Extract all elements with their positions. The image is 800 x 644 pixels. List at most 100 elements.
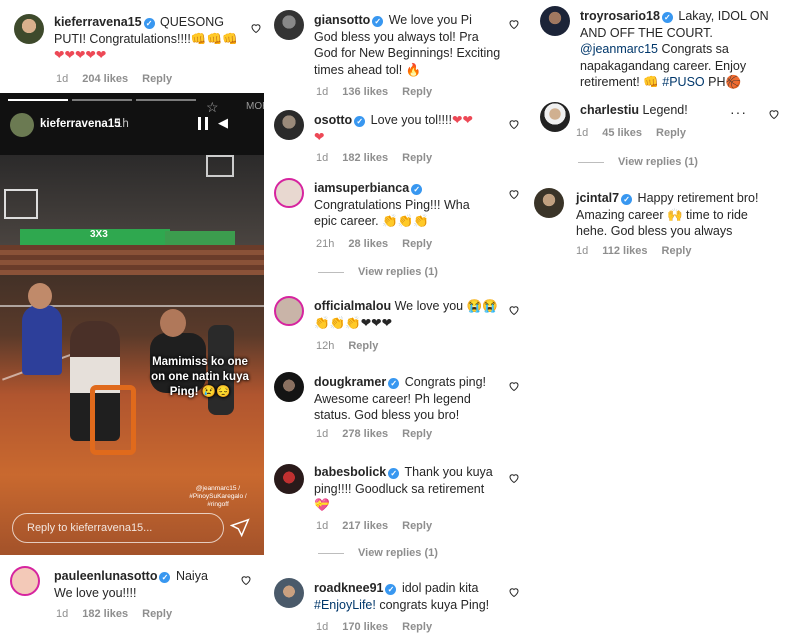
comment-meta: 1d 278 likes Reply xyxy=(316,428,446,440)
heart-outline-icon[interactable] xyxy=(250,22,262,34)
view-replies-link[interactable]: View replies (1) xyxy=(578,156,698,168)
banner-right xyxy=(165,231,235,245)
like-count[interactable]: 136 likes xyxy=(342,86,388,98)
more-dots-icon[interactable]: ··· xyxy=(730,104,747,120)
avatar[interactable] xyxy=(540,102,570,132)
reply-link[interactable]: Reply xyxy=(142,608,172,620)
story-viewer[interactable]: kieferravena15 1h ◀ ☆ MOR 3X3 Mamimiss k… xyxy=(0,93,264,555)
username[interactable]: kieferravena15 xyxy=(54,15,142,29)
star-icon[interactable]: ☆ xyxy=(206,99,219,116)
username[interactable]: pauleenlunasotto xyxy=(54,569,157,583)
comment-roadknee91: roadknee91 ✓ idol padin kita #EnjoyLife! … xyxy=(264,572,530,644)
reply-link[interactable]: Reply xyxy=(402,86,432,98)
comment-meta: 1d 136 likes Reply xyxy=(316,86,446,98)
comment-age: 21h xyxy=(316,238,335,250)
comment-text: osotto ✓ Love you tol!!!!❤❤ ❤ xyxy=(314,112,514,145)
heart-outline-icon[interactable] xyxy=(508,472,520,484)
verified-badge-icon: ✓ xyxy=(372,16,384,27)
avatar[interactable] xyxy=(10,566,40,596)
view-replies-link[interactable]: View replies (1) xyxy=(318,266,438,278)
like-count[interactable]: 217 likes xyxy=(342,520,388,532)
avatar[interactable] xyxy=(274,464,304,494)
comment-jcintal7: jcintal7 ✓ Happy retirement bro! Amazing … xyxy=(530,184,800,268)
heart-outline-icon[interactable] xyxy=(240,574,252,586)
story-reply-input[interactable]: Reply to kieferravena15... xyxy=(12,513,224,543)
username[interactable]: troyrosario18 xyxy=(580,9,660,23)
comment-charlestiu: charlestiu Legend! ··· 1d 45 likes Reply V… xyxy=(530,96,800,174)
comment-text: babesbolick ✓ Thank you kuya ping!!!! Goo… xyxy=(314,464,524,514)
view-replies-link[interactable]: View replies (1) xyxy=(318,547,438,559)
like-count[interactable]: 278 likes xyxy=(342,428,388,440)
heart-outline-icon[interactable] xyxy=(508,18,520,30)
like-count[interactable]: 28 likes xyxy=(348,238,388,250)
reply-link[interactable]: Reply xyxy=(402,621,432,633)
like-count[interactable]: 182 likes xyxy=(82,608,128,620)
view-replies-label[interactable]: View replies (1) xyxy=(358,266,438,278)
mute-icon[interactable]: ◀ xyxy=(218,115,228,131)
comment-giansotto: giansotto ✓ We love you Pi God bless you … xyxy=(264,0,530,102)
reply-link[interactable]: Reply xyxy=(402,152,432,164)
username[interactable]: charlestiu xyxy=(580,103,639,117)
avatar[interactable] xyxy=(274,110,304,140)
comment-body-line: ping!!!! Goodluck sa retirement xyxy=(314,481,485,496)
like-count[interactable]: 45 likes xyxy=(602,127,642,139)
view-replies-label[interactable]: View replies (1) xyxy=(618,156,698,168)
username[interactable]: babesbolick xyxy=(314,465,386,479)
bleachers xyxy=(0,245,264,275)
comment-meta: 21h 28 likes Reply xyxy=(316,238,446,250)
reply-link[interactable]: Reply xyxy=(142,73,172,85)
avatar[interactable] xyxy=(274,578,304,608)
reply-link[interactable]: Reply xyxy=(656,127,686,139)
caption-line: Ping! 😢😔 xyxy=(169,386,231,398)
avatar[interactable] xyxy=(274,372,304,402)
username[interactable]: dougkramer xyxy=(314,375,386,389)
like-count[interactable]: 170 likes xyxy=(342,621,388,633)
avatar[interactable] xyxy=(274,10,304,40)
comment-dougkramer: dougkramer ✓ Congrats ping! Awesome caree… xyxy=(264,366,530,448)
comment-meta: 1d 170 likes Reply xyxy=(316,621,446,633)
reply-link[interactable]: Reply xyxy=(402,238,432,250)
heart-outline-icon[interactable] xyxy=(508,118,520,130)
username[interactable]: officialmalou xyxy=(314,299,391,313)
avatar[interactable] xyxy=(274,178,304,208)
comment-age: 1d xyxy=(316,152,329,164)
avatar[interactable] xyxy=(534,188,564,218)
like-count[interactable]: 204 likes xyxy=(82,73,128,85)
caption-line: on one natin kuya xyxy=(151,371,249,383)
comment-body: Love you tol!!!! xyxy=(367,113,452,127)
heart-outline-icon[interactable] xyxy=(508,304,520,316)
reply-link[interactable]: Reply xyxy=(348,340,378,352)
story-avatar[interactable] xyxy=(10,113,34,137)
username[interactable]: osotto xyxy=(314,113,352,127)
username[interactable]: roadknee91 xyxy=(314,581,383,595)
mention-link[interactable]: @jeanmarc15 xyxy=(580,42,658,56)
hashtag-link[interactable]: #PUSO xyxy=(662,75,704,89)
heart-outline-icon[interactable] xyxy=(508,586,520,598)
username[interactable]: jcintal7 xyxy=(576,191,619,205)
story-username[interactable]: kieferravena15 xyxy=(40,118,121,130)
view-replies-label[interactable]: View replies (1) xyxy=(358,547,438,559)
like-count[interactable]: 182 likes xyxy=(342,152,388,164)
heart-outline-icon[interactable] xyxy=(768,108,780,120)
like-count[interactable]: 112 likes xyxy=(602,245,647,257)
reply-link[interactable]: Reply xyxy=(402,428,432,440)
avatar[interactable] xyxy=(274,296,304,326)
comment-iamsuperbianca: iamsuperbianca ✓ Congratulations Ping!!! … xyxy=(264,172,530,284)
verified-badge-icon: ✓ xyxy=(388,468,400,479)
send-icon[interactable] xyxy=(230,518,250,538)
hoop-backboard xyxy=(4,189,38,219)
heart-outline-icon[interactable] xyxy=(508,188,520,200)
avatar[interactable] xyxy=(540,6,570,36)
comment-body-line: Amazing career 🙌 time to ride xyxy=(576,207,748,222)
reply-link[interactable]: Reply xyxy=(402,520,432,532)
reply-link[interactable]: Reply xyxy=(662,245,692,257)
pause-icon[interactable] xyxy=(198,117,208,130)
heart-outline-icon[interactable] xyxy=(508,380,520,392)
verified-badge-icon: ✓ xyxy=(159,572,171,583)
comment-text: officialmalou We love you 😭😭 👏👏👏❤❤❤ xyxy=(314,298,514,331)
replies-divider xyxy=(318,552,344,554)
avatar[interactable] xyxy=(14,14,44,44)
hashtag-link[interactable]: #EnjoyLife! xyxy=(314,598,376,612)
username[interactable]: giansotto xyxy=(314,13,370,27)
username[interactable]: iamsuperbianca xyxy=(314,181,409,195)
